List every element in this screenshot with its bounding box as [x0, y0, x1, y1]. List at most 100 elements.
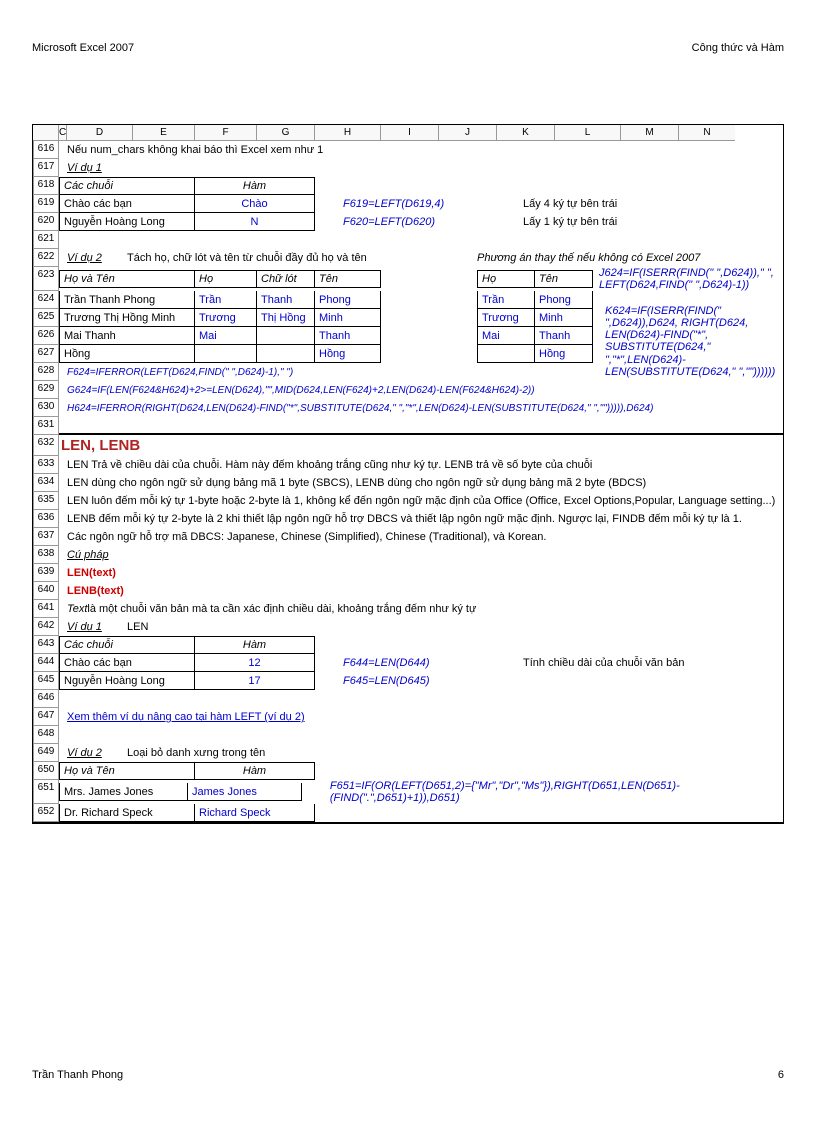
cell-623-ten: Tên: [315, 270, 381, 288]
row-647: 647: [33, 708, 59, 726]
cell-641-b: là một chuỗi văn bản mà ta cần xác định …: [87, 603, 476, 615]
row-628: 628: [33, 363, 59, 381]
cell-625-full: Trương Thị Hồng Minh: [59, 309, 195, 327]
cell-617: Ví dụ 1: [67, 162, 102, 174]
row-635: 635: [33, 492, 59, 510]
cell-616: Nếu num_chars không khai báo thì Excel x…: [59, 141, 783, 159]
col-L: L: [555, 125, 621, 141]
cell-645-formula: F645=LEN(D645): [343, 675, 463, 687]
row-637: 637: [33, 528, 59, 546]
row-650: 650: [33, 762, 59, 780]
row-629: 629: [33, 381, 59, 399]
cell-652-name: Dr. Richard Speck: [59, 804, 195, 822]
cell-644-res: 12: [195, 654, 315, 672]
cell-620-formula: F620=LEFT(D620): [343, 216, 463, 228]
cell-645-res: 17: [195, 672, 315, 690]
row-644: 644: [33, 654, 59, 672]
row-646: 646: [33, 690, 59, 708]
cell-620-res: N: [195, 213, 315, 231]
row-649: 649: [33, 744, 59, 762]
cell-618-label: Các chuỗi: [59, 177, 195, 195]
cell-626-ho: Mai: [195, 327, 257, 345]
cell-618-func: Hàm: [195, 177, 315, 195]
cell-625-ho: Trương: [195, 309, 257, 327]
cell-624-ten: Phong: [315, 291, 381, 309]
cell-650-b: Hàm: [195, 762, 315, 780]
cell-625-ho2: Trương: [477, 309, 535, 327]
col-M: M: [621, 125, 679, 141]
row-617: 617: [33, 159, 59, 177]
header-right: Công thức và Hàm: [692, 42, 784, 54]
cell-638: Cú pháp: [67, 549, 109, 561]
cell-634: LEN dùng cho ngôn ngữ sử dụng bảng mã 1 …: [59, 474, 783, 492]
cell-624-full: Trần Thanh Phong: [59, 291, 195, 309]
cell-623-hoten: Họ và Tên: [59, 270, 195, 288]
spreadsheet: C D E F G H I J K L M N 616 Nếu num_char…: [32, 124, 784, 824]
cell-627-ten2: Hồng: [535, 345, 593, 363]
row-631: 631: [33, 417, 59, 435]
cell-639: LEN(text): [67, 567, 116, 579]
cell-651-res: James Jones: [188, 783, 302, 801]
cell-645-str: Nguyễn Hoàng Long: [59, 672, 195, 690]
cell-628: F624=IFERROR(LEFT(D624,FIND(" ",D624)-1)…: [67, 367, 293, 378]
cell-632-title: LEN, LENB: [59, 437, 140, 454]
cell-624-ten2: Phong: [535, 291, 593, 309]
cell-643-a: Các chuỗi: [59, 636, 195, 654]
cell-619-res: Chào: [195, 195, 315, 213]
row-619: 619: [33, 195, 59, 213]
cell-652-res: Richard Speck: [195, 804, 315, 822]
col-J: J: [439, 125, 497, 141]
cell-627-full: Hồng: [59, 345, 195, 363]
col-E: E: [133, 125, 195, 141]
cell-644-desc: Tính chiều dài của chuỗi văn bản: [523, 657, 684, 669]
row-642: 642: [33, 618, 59, 636]
cell-623-formula: J624=IF(ISERR(FIND(" ",D624))," ", LEFT(…: [599, 267, 779, 291]
row-630: 630: [33, 399, 59, 417]
row-638: 638: [33, 546, 59, 564]
cell-620-desc: Lấy 1 ký tự bên trái: [523, 216, 617, 228]
col-N: N: [679, 125, 735, 141]
row-640: 640: [33, 582, 59, 600]
cell-644-str: Chào các bạn: [59, 654, 195, 672]
cell-629: G624=IF(LEN(F624&H624)+2>=LEN(D624),"",M…: [67, 385, 535, 396]
col-C: C: [59, 125, 67, 141]
cell-649-ex: Ví dụ 2: [67, 747, 127, 759]
cell-623-ho: Họ: [195, 270, 257, 288]
row-624: 624: [33, 291, 59, 309]
cell-635: LEN luôn đếm mỗi ký tự 1-byte hoặc 2-byt…: [59, 492, 783, 510]
cell-641-a: Text: [67, 603, 87, 615]
cell-626-ten: Thanh: [315, 327, 381, 345]
row-634: 634: [33, 474, 59, 492]
cell-622-ex: Ví dụ 2: [67, 252, 127, 264]
cell-636: LENB đếm mỗi ký tự 2-byte là 2 khi thiết…: [59, 510, 783, 528]
cell-624-ho2: Trần: [477, 291, 535, 309]
row-643: 643: [33, 636, 59, 654]
cell-619-desc: Lấy 4 ký tự bên trái: [523, 198, 617, 210]
cell-626-ten2: Thanh: [535, 327, 593, 345]
cell-647-link[interactable]: Xem thêm ví dụ nâng cao tại hàm LEFT (ví…: [67, 711, 305, 723]
col-K: K: [497, 125, 555, 141]
row-651: 651: [33, 780, 59, 804]
row-622: 622: [33, 249, 59, 267]
cell-630: H624=IFERROR(RIGHT(D624,LEN(D624)-FIND("…: [67, 403, 653, 414]
cell-626-full: Mai Thanh: [59, 327, 195, 345]
col-I: I: [381, 125, 439, 141]
cell-643-b: Hàm: [195, 636, 315, 654]
col-G: G: [257, 125, 315, 141]
col-D: D: [67, 125, 133, 141]
cell-650-a: Họ và Tên: [59, 762, 195, 780]
cell-623-ten2: Tên: [535, 270, 593, 288]
cell-649-desc: Loại bỏ danh xưng trong tên: [127, 747, 265, 759]
row-621: 621: [33, 231, 59, 249]
cell-642-fn: LEN: [127, 621, 148, 633]
cell-619-formula: F619=LEFT(D619,4): [343, 198, 463, 210]
footer-page: 6: [778, 1069, 784, 1081]
row-616: 616: [33, 141, 59, 159]
row-618: 618: [33, 177, 59, 195]
row-620: 620: [33, 213, 59, 231]
cell-624-ho: Trần: [195, 291, 257, 309]
cell-640: LENB(text): [67, 585, 124, 597]
cell-644-formula: F644=LEN(D644): [343, 657, 463, 669]
cell-642-ex: Ví dụ 1: [67, 621, 127, 633]
footer-author: Trần Thanh Phong: [32, 1069, 123, 1081]
